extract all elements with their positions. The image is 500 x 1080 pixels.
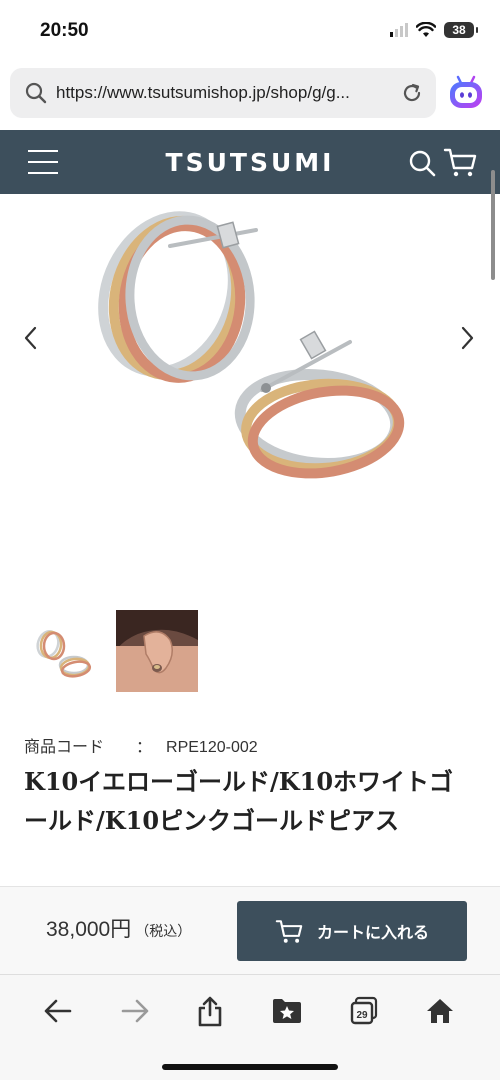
share-button[interactable] [190, 993, 230, 1029]
status-icons: 38 [390, 22, 478, 38]
home-indicator [162, 1064, 338, 1070]
search-icon[interactable] [408, 149, 436, 177]
thumbnail-product[interactable] [22, 610, 104, 692]
battery-indicator: 38 [444, 22, 478, 38]
tabs-count: 29 [356, 1010, 368, 1021]
add-to-cart-label: カートに入れる [316, 925, 429, 942]
site-header: TSUTSUMI [0, 130, 500, 194]
product-code-label: 商品コード [24, 739, 105, 756]
tax-note: （税込） [135, 923, 192, 939]
product-code-line: 商品コード ： RPE120-002 [24, 733, 258, 757]
url-text: https://www.tsutsumishop.jp/shop/g/g... [56, 83, 350, 102]
product-code-separator: ： [136, 739, 153, 756]
cellular-signal-icon [390, 23, 408, 37]
forward-button[interactable] [115, 993, 155, 1029]
search-icon [25, 82, 47, 104]
home-button[interactable] [420, 993, 460, 1029]
thumbnail-model-ear[interactable] [116, 610, 198, 692]
tabs-icon: 29 [350, 996, 378, 1025]
product-title: K10イエローゴールド/K10ホワイトゴールド/K10ピンクゴールドピアス [24, 767, 454, 835]
assistant-bot-icon[interactable] [447, 74, 485, 112]
product-code-value: RPE120-002 [166, 739, 258, 756]
price: 38,000円 （税込） [46, 913, 191, 943]
url-bar[interactable]: https://www.tsutsumishop.jp/shop/g/g... [10, 68, 436, 118]
cart-icon[interactable] [443, 146, 477, 178]
bookmarks-button[interactable] [267, 993, 307, 1029]
status-bar: 20:50 38 [0, 0, 500, 62]
back-button[interactable] [38, 993, 78, 1029]
earring-product-image [98, 211, 405, 479]
page-scrollbar[interactable] [491, 170, 495, 280]
price-value: 38,000円 [46, 918, 132, 941]
arrow-left-icon [44, 999, 72, 1023]
status-time: 20:50 [40, 20, 89, 41]
cart-icon [275, 920, 303, 943]
home-icon [427, 999, 453, 1023]
product-image-gallery[interactable] [0, 170, 500, 594]
reload-icon[interactable] [400, 81, 424, 105]
share-icon [198, 996, 222, 1027]
tabs-button[interactable]: 29 [344, 993, 384, 1029]
address-row: https://www.tsutsumishop.jp/shop/g/g... [0, 62, 500, 130]
arrow-right-icon [121, 999, 149, 1023]
add-to-cart-button[interactable]: カートに入れる [237, 901, 467, 961]
sticky-buy-bar: 38,000円 （税込） カートに入れる [0, 886, 500, 974]
wifi-icon [416, 22, 436, 37]
thumbnail-strip [22, 610, 198, 692]
bookmark-folder-icon [273, 999, 301, 1023]
